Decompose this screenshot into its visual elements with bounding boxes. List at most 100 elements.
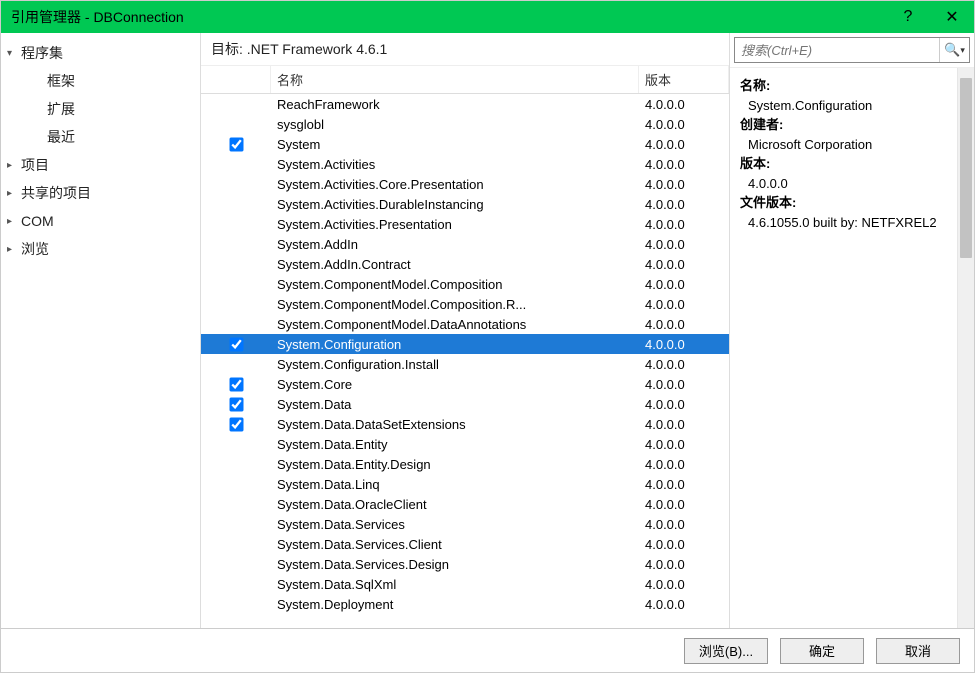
right-panel: 🔍▾ 名称: System.Configuration 创建者: Microso… — [729, 33, 974, 628]
assembly-name: System.Data.DataSetExtensions — [271, 417, 639, 432]
assembly-name: System.Core — [271, 377, 639, 392]
assembly-row[interactable]: System.Activities4.0.0.0 — [201, 154, 729, 174]
assembly-row[interactable]: System.Data.Entity.Design4.0.0.0 — [201, 454, 729, 474]
assembly-row[interactable]: System.Data4.0.0.0 — [201, 394, 729, 414]
assembly-row[interactable]: System.Configuration4.0.0.0 — [201, 334, 729, 354]
assembly-row[interactable]: System.Core4.0.0.0 — [201, 374, 729, 394]
row-check-cell[interactable] — [201, 418, 271, 431]
list-header: 名称 版本 — [201, 66, 729, 94]
row-check-cell[interactable] — [201, 138, 271, 151]
nav-item[interactable]: 程序集 — [1, 39, 200, 67]
assembly-name: System.Activities.Presentation — [271, 217, 639, 232]
browse-button[interactable]: 浏览(B)... — [684, 638, 768, 664]
nav-subitem[interactable]: 扩展 — [1, 95, 200, 123]
close-button[interactable]: ✕ — [930, 1, 974, 33]
assembly-row[interactable]: ReachFramework4.0.0.0 — [201, 94, 729, 114]
assembly-version: 4.0.0.0 — [639, 317, 729, 332]
assembly-checkbox[interactable] — [229, 417, 243, 431]
nav-item-label: 程序集 — [21, 43, 63, 63]
assembly-name: ReachFramework — [271, 97, 639, 112]
assembly-row[interactable]: System.Configuration.Install4.0.0.0 — [201, 354, 729, 374]
assembly-version: 4.0.0.0 — [639, 197, 729, 212]
target-framework: 目标: .NET Framework 4.6.1 — [201, 33, 729, 66]
assembly-version: 4.0.0.0 — [639, 357, 729, 372]
assembly-version: 4.0.0.0 — [639, 517, 729, 532]
assembly-row[interactable]: System.ComponentModel.DataAnnotations4.0… — [201, 314, 729, 334]
row-check-cell[interactable] — [201, 398, 271, 411]
detail-filever-value: 4.6.1055.0 built by: NETFXREL2 — [740, 213, 947, 233]
assembly-row[interactable]: System4.0.0.0 — [201, 134, 729, 154]
assembly-row[interactable]: System.Data.Services.Design4.0.0.0 — [201, 554, 729, 574]
assembly-name: System.AddIn.Contract — [271, 257, 639, 272]
assembly-version: 4.0.0.0 — [639, 157, 729, 172]
assembly-row[interactable]: System.Data.DataSetExtensions4.0.0.0 — [201, 414, 729, 434]
assembly-row[interactable]: System.ComponentModel.Composition.R...4.… — [201, 294, 729, 314]
assembly-version: 4.0.0.0 — [639, 457, 729, 472]
assembly-panel: 目标: .NET Framework 4.6.1 名称 版本 ReachFram… — [201, 33, 729, 628]
assembly-row[interactable]: System.Data.Services.Client4.0.0.0 — [201, 534, 729, 554]
col-check[interactable] — [201, 66, 271, 93]
assembly-checkbox[interactable] — [229, 137, 243, 151]
assembly-name: System.ComponentModel.Composition.R... — [271, 297, 639, 312]
col-version[interactable]: 版本 — [639, 66, 729, 93]
nav-item-label: 项目 — [21, 155, 49, 175]
assembly-name: System.Configuration — [271, 337, 639, 352]
nav-subitem[interactable]: 最近 — [1, 123, 200, 151]
assembly-row[interactable]: System.Data.OracleClient4.0.0.0 — [201, 494, 729, 514]
assembly-row[interactable]: sysglobl4.0.0.0 — [201, 114, 729, 134]
nav-subitem-label: 扩展 — [47, 99, 75, 119]
assembly-row[interactable]: System.ComponentModel.Composition4.0.0.0 — [201, 274, 729, 294]
nav-item-label: 浏览 — [21, 239, 49, 259]
assembly-row[interactable]: System.AddIn4.0.0.0 — [201, 234, 729, 254]
help-button[interactable]: ? — [886, 1, 930, 33]
search-box[interactable]: 🔍▾ — [734, 37, 970, 63]
assembly-name: System.Deployment — [271, 597, 639, 612]
expand-icon[interactable] — [7, 160, 21, 171]
assembly-row[interactable]: System.Activities.DurableInstancing4.0.0… — [201, 194, 729, 214]
main-area: 程序集框架扩展最近项目共享的项目COM 浏览 目标: .NET Framework… — [1, 33, 974, 628]
assembly-row[interactable]: System.Data.Entity4.0.0.0 — [201, 434, 729, 454]
assembly-list[interactable]: ReachFramework4.0.0.0sysglobl4.0.0.0Syst… — [201, 94, 729, 628]
assembly-checkbox[interactable] — [229, 397, 243, 411]
detail-version-value: 4.0.0.0 — [740, 174, 947, 194]
nav-item[interactable]: 项目 — [1, 151, 200, 179]
assembly-row[interactable]: System.Data.SqlXml4.0.0.0 — [201, 574, 729, 594]
assembly-name: System.Data.Linq — [271, 477, 639, 492]
assembly-checkbox[interactable] — [229, 337, 243, 351]
details-scrollbar[interactable] — [957, 68, 974, 628]
assembly-checkbox[interactable] — [229, 377, 243, 391]
col-name[interactable]: 名称 — [271, 66, 639, 93]
assembly-version: 4.0.0.0 — [639, 577, 729, 592]
expand-icon[interactable] — [7, 188, 21, 199]
assembly-name: System.Data.Services.Design — [271, 557, 639, 572]
cancel-button[interactable]: 取消 — [876, 638, 960, 664]
expand-icon[interactable] — [7, 216, 21, 227]
ok-button[interactable]: 确定 — [780, 638, 864, 664]
assembly-version: 4.0.0.0 — [639, 597, 729, 612]
expand-icon[interactable] — [7, 48, 21, 59]
assembly-row[interactable]: System.Deployment4.0.0.0 — [201, 594, 729, 614]
expand-icon[interactable] — [7, 244, 21, 255]
assembly-version: 4.0.0.0 — [639, 497, 729, 512]
details-pane: 名称: System.Configuration 创建者: Microsoft … — [730, 68, 957, 628]
detail-creator-value: Microsoft Corporation — [740, 135, 947, 155]
nav-item[interactable]: 浏览 — [1, 235, 200, 263]
assembly-row[interactable]: System.Activities.Presentation4.0.0.0 — [201, 214, 729, 234]
assembly-row[interactable]: System.AddIn.Contract4.0.0.0 — [201, 254, 729, 274]
category-nav: 程序集框架扩展最近项目共享的项目COM 浏览 — [1, 33, 201, 628]
assembly-version: 4.0.0.0 — [639, 437, 729, 452]
nav-item[interactable]: 共享的项目 — [1, 179, 200, 207]
assembly-row[interactable]: System.Data.Services4.0.0.0 — [201, 514, 729, 534]
row-check-cell[interactable] — [201, 338, 271, 351]
assembly-row[interactable]: System.Activities.Core.Presentation4.0.0… — [201, 174, 729, 194]
nav-subitem[interactable]: 框架 — [1, 67, 200, 95]
assembly-version: 4.0.0.0 — [639, 217, 729, 232]
assembly-version: 4.0.0.0 — [639, 137, 729, 152]
nav-item[interactable]: COM — [1, 207, 200, 235]
row-check-cell[interactable] — [201, 378, 271, 391]
search-icon[interactable]: 🔍▾ — [939, 38, 969, 62]
window-title: 引用管理器 - DBConnection — [11, 7, 886, 27]
scrollbar-thumb[interactable] — [960, 78, 972, 258]
search-input[interactable] — [735, 43, 939, 58]
assembly-row[interactable]: System.Data.Linq4.0.0.0 — [201, 474, 729, 494]
